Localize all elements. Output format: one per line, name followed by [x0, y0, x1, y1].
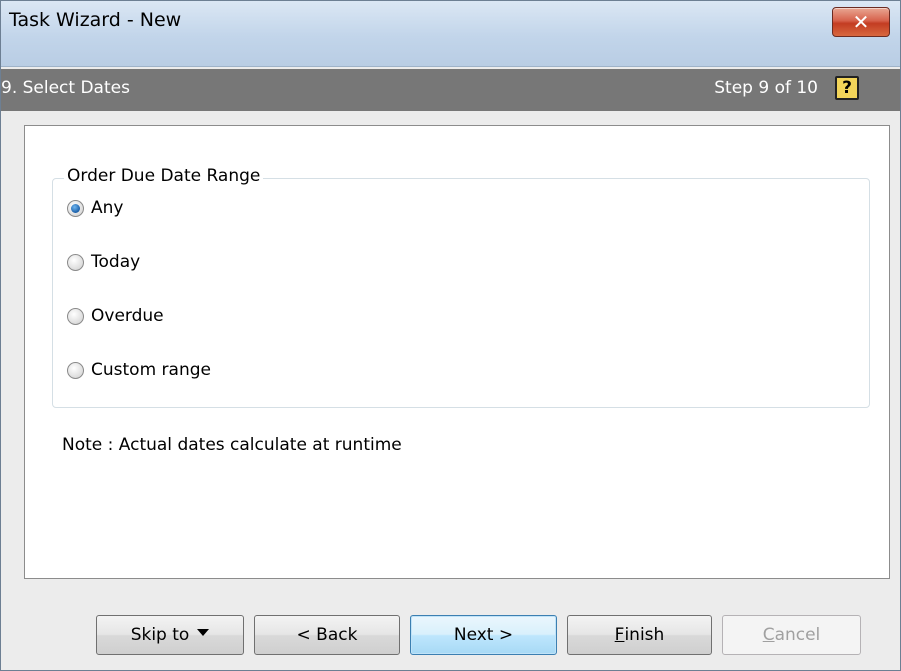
radio-button-icon[interactable] [67, 361, 84, 379]
window-title: Task Wizard - New [9, 9, 182, 31]
group-legend: Order Due Date Range [64, 166, 264, 186]
wizard-content-panel: Order Due Date Range Any Today Overdue C… [24, 125, 890, 579]
back-label: < Back [296, 625, 358, 645]
skip-to-button[interactable]: Skip to [96, 615, 244, 655]
radio-label-overdue: Overdue [91, 306, 164, 326]
radio-option-today[interactable]: Today [67, 250, 140, 274]
order-due-date-range-group: Order Due Date Range Any Today Overdue C… [52, 166, 870, 408]
close-icon: ✕ [852, 10, 870, 34]
finish-button[interactable]: Finish [567, 615, 712, 655]
back-button[interactable]: < Back [254, 615, 400, 655]
cancel-mnemonic: C [762, 625, 775, 645]
radio-option-any[interactable]: Any [67, 196, 123, 220]
skip-to-label: Skip to [130, 625, 190, 645]
task-wizard-window: Task Wizard - New ✕ 9. Select Dates Step… [0, 0, 901, 671]
step-header: 9. Select Dates Step 9 of 10 ? [1, 69, 900, 111]
radio-button-icon[interactable] [67, 307, 84, 325]
cancel-label: ancel [774, 625, 821, 645]
radio-option-overdue[interactable]: Overdue [67, 304, 164, 328]
dropdown-arrow-icon [197, 628, 210, 636]
step-counter: Step 9 of 10 [714, 78, 818, 98]
close-button[interactable]: ✕ [832, 7, 890, 37]
radio-button-selected-icon[interactable] [67, 199, 84, 217]
next-button[interactable]: Next > [410, 615, 557, 655]
help-glyph: ? [842, 78, 852, 98]
cancel-button: Cancel [722, 615, 861, 655]
next-label: Next > [453, 625, 514, 645]
step-title: 9. Select Dates [1, 78, 130, 98]
radio-option-custom-range[interactable]: Custom range [67, 358, 211, 382]
title-bar[interactable]: Task Wizard - New ✕ [1, 1, 900, 67]
finish-mnemonic: F [614, 625, 625, 645]
radio-label-today: Today [91, 252, 141, 272]
radio-button-icon[interactable] [67, 253, 84, 271]
radio-label-custom-range: Custom range [91, 360, 211, 380]
finish-label: inish [624, 625, 665, 645]
runtime-note: Note : Actual dates calculate at runtime [62, 435, 402, 455]
radio-label-any: Any [91, 198, 124, 218]
help-icon[interactable]: ? [835, 76, 859, 100]
